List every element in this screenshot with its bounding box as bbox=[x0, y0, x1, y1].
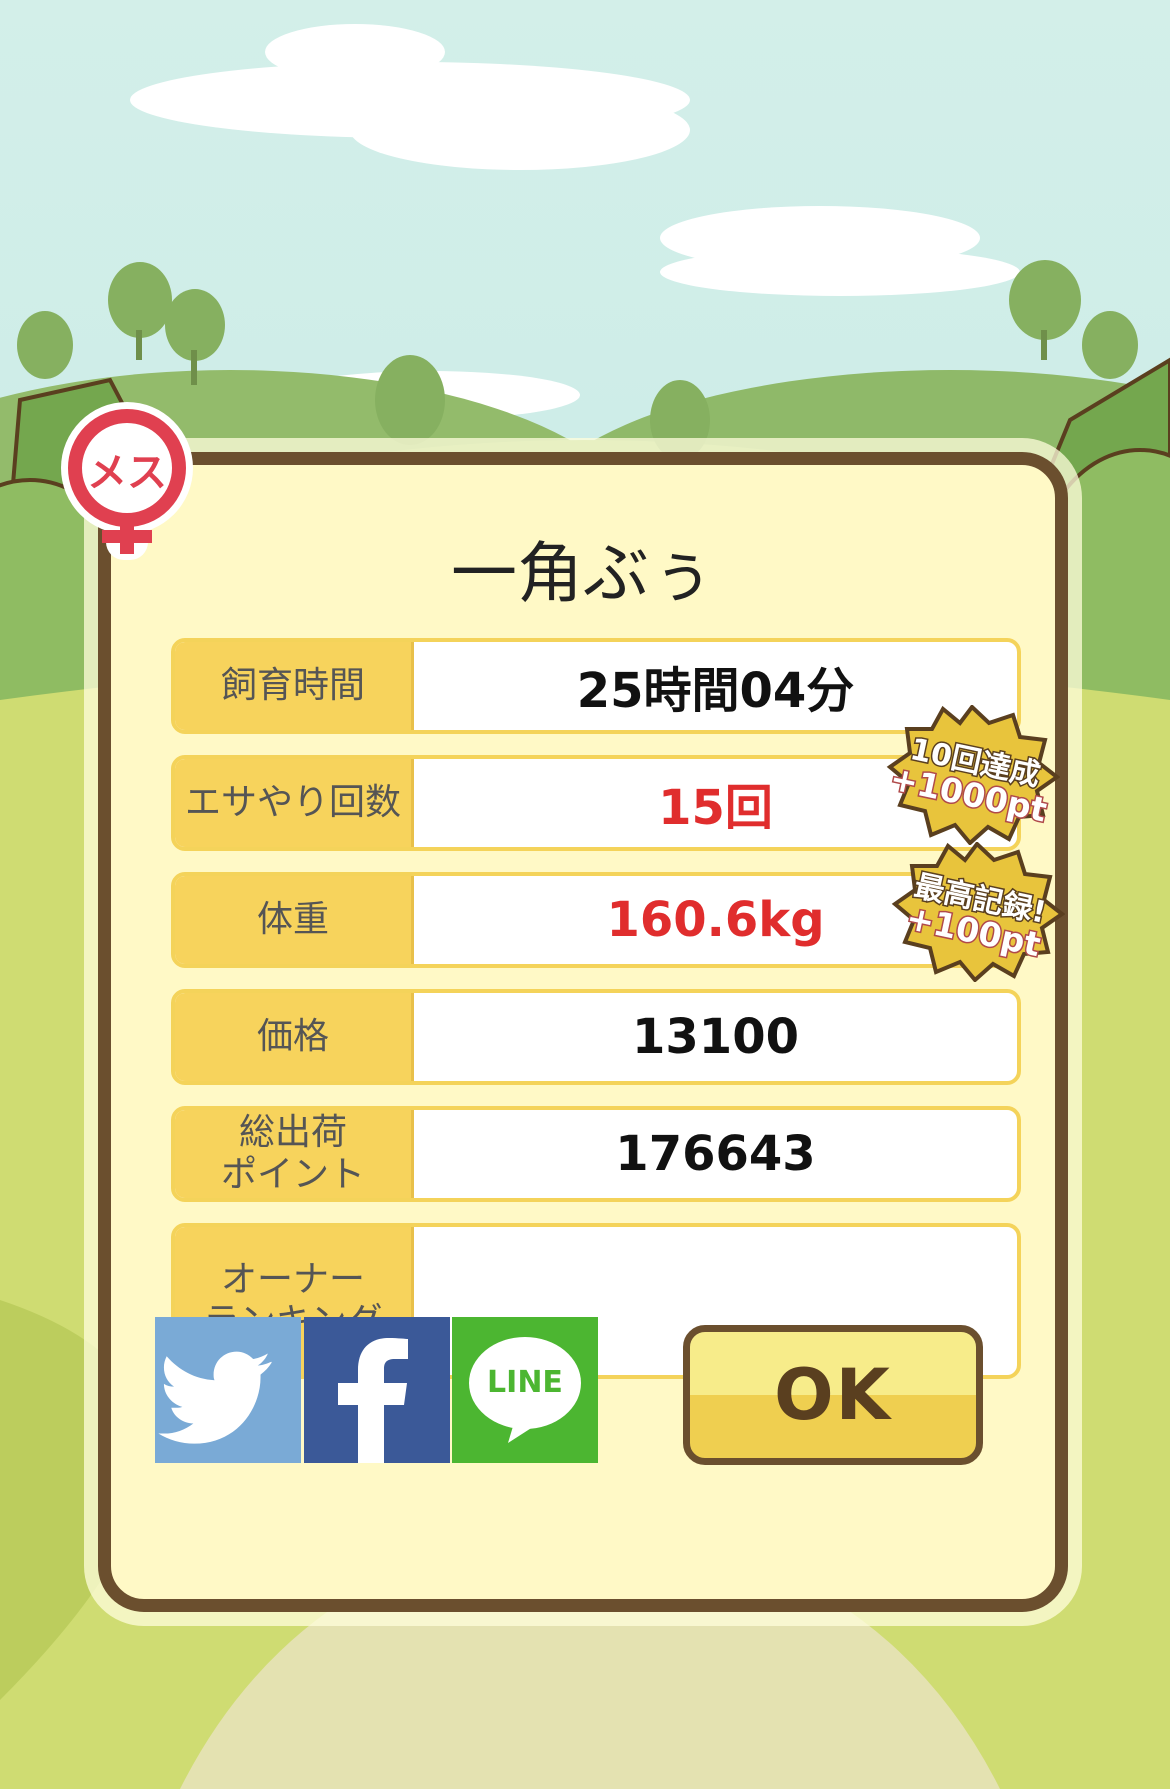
stat-row-price: 価格 13100 bbox=[171, 989, 1021, 1085]
pig-name-title: 一角ぶぅ bbox=[451, 535, 715, 612]
ok-label: OK bbox=[774, 1354, 892, 1436]
pig-info-dialog: 一角ぶぅ 飼育時間 25時間04分 エサやり回数 15回 体重 160.6kg … bbox=[98, 452, 1068, 1612]
twitter-bird-icon bbox=[158, 1351, 272, 1444]
line-share-button[interactable]: LINE bbox=[452, 1317, 598, 1463]
achievement-badge-record: 最高記録! +100pt bbox=[890, 842, 1065, 982]
stat-label: 価格 bbox=[175, 993, 414, 1081]
stat-value: 176643 bbox=[615, 1126, 816, 1182]
stat-label: 総出荷 ポイント bbox=[175, 1110, 414, 1198]
stat-label: 体重 bbox=[175, 876, 414, 964]
gender-label: メス bbox=[87, 450, 167, 496]
ok-button[interactable]: OK bbox=[683, 1325, 983, 1465]
facebook-share-button[interactable] bbox=[304, 1317, 450, 1463]
stat-value: 13100 bbox=[632, 1009, 799, 1065]
line-label: LINE bbox=[487, 1365, 563, 1400]
stat-row-total-shipping-points: 総出荷 ポイント 176643 bbox=[171, 1106, 1021, 1202]
gender-badge: メス bbox=[56, 400, 198, 560]
achievement-badge-feeding: 10回達成 +1000pt bbox=[885, 705, 1060, 845]
facebook-icon bbox=[338, 1338, 408, 1463]
stat-label: エサやり回数 bbox=[175, 759, 414, 847]
twitter-share-button[interactable] bbox=[155, 1317, 301, 1463]
stat-label: 飼育時間 bbox=[175, 642, 414, 730]
